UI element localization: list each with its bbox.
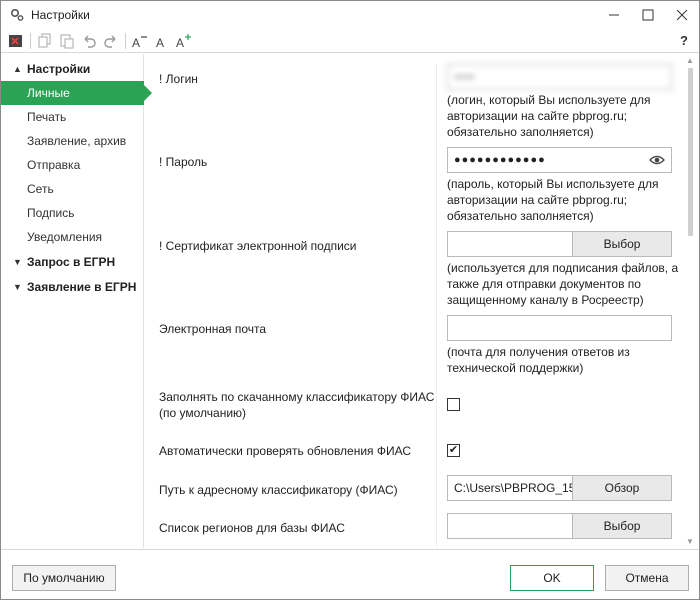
gears-icon	[9, 7, 25, 23]
defaults-button[interactable]: По умолчанию	[12, 565, 116, 591]
certificate-note: (используется для подписания файлов, а т…	[447, 261, 679, 307]
chevron-down-icon: ▼	[13, 281, 22, 292]
ok-button[interactable]: OK	[510, 565, 594, 591]
sidebar-item-network[interactable]: Сеть	[1, 177, 143, 201]
copy-icon[interactable]	[34, 30, 56, 52]
column-divider	[436, 64, 437, 548]
password-note: (пароль, который Вы используете для авто…	[447, 177, 659, 223]
scrollbar-thumb[interactable]	[688, 68, 693, 236]
redo-icon[interactable]	[100, 30, 122, 52]
svg-text:A: A	[132, 36, 140, 49]
sidebar-group-label: Заявление в ЕГРН	[27, 279, 137, 294]
maximize-button[interactable]	[631, 1, 665, 29]
sidebar-item-notifications[interactable]: Уведомления	[1, 225, 143, 249]
fias-fill-checkbox[interactable]	[447, 398, 460, 411]
show-password-icon[interactable]	[649, 154, 665, 166]
sidebar-item-print[interactable]: Печать	[1, 105, 143, 129]
sidebar-group-egrn-application[interactable]: ▼ Заявление в ЕГРН	[1, 274, 143, 299]
fias-update-checkbox[interactable]: ✔	[447, 444, 460, 457]
paste-icon[interactable]	[56, 30, 78, 52]
password-input[interactable]: ●●●●●●●●●●●●	[447, 147, 672, 173]
checkmark-icon: ✔	[448, 444, 459, 456]
sidebar-group-settings[interactable]: ▲ Настройки	[1, 56, 143, 81]
export-icon[interactable]	[5, 30, 27, 52]
settings-content: ! Логин ••••• (логин, который Вы использ…	[145, 54, 699, 548]
sidebar-item-label: Личные	[27, 86, 70, 100]
password-value: ●●●●●●●●●●●●	[454, 154, 546, 166]
help-icon[interactable]: ?	[673, 30, 695, 52]
sidebar-group-label: Запрос в ЕГРН	[27, 254, 116, 269]
login-note: (логин, который Вы используете для автор…	[447, 93, 651, 139]
email-note: (почта для получения ответов из техничес…	[447, 345, 630, 375]
password-label: ! Пароль	[159, 155, 208, 169]
svg-text:A: A	[176, 36, 184, 49]
minimize-button[interactable]	[597, 1, 631, 29]
dialog-footer: По умолчанию OK Отмена	[1, 549, 699, 599]
settings-window: Настройки A A A ? ▲ Настройки Личные Печ…	[0, 0, 700, 600]
window-title: Настройки	[31, 8, 90, 22]
fias-path-label: Путь к адресному классификатору (ФИАС)	[159, 483, 398, 497]
sidebar-group-label: Настройки	[27, 61, 91, 76]
toolbar: A A A ?	[1, 29, 699, 53]
sidebar-item-label: Заявление, архив	[27, 134, 127, 148]
sidebar-item-personal[interactable]: Личные	[1, 81, 152, 105]
undo-icon[interactable]	[78, 30, 100, 52]
email-label: Электронная почта	[159, 322, 267, 336]
titlebar: Настройки	[1, 1, 699, 29]
sidebar: ▲ Настройки Личные Печать Заявление, арх…	[1, 54, 152, 548]
scroll-up-icon[interactable]: ▲	[686, 56, 694, 65]
font-decrease-icon[interactable]: A	[129, 30, 151, 52]
sidebar-item-application-archive[interactable]: Заявление, архив	[1, 129, 143, 153]
regions-input[interactable]	[447, 513, 573, 539]
certificate-label: ! Сертификат электронной подписи	[159, 239, 357, 253]
sidebar-item-sending[interactable]: Отправка	[1, 153, 143, 177]
certificate-input[interactable]	[447, 231, 573, 257]
font-reset-icon[interactable]: A	[151, 30, 173, 52]
sidebar-group-egrn-request[interactable]: ▼ Запрос в ЕГРН	[1, 249, 143, 274]
fias-browse-button[interactable]: Обзор	[572, 475, 672, 501]
scroll-down-icon[interactable]: ▼	[686, 537, 694, 546]
vertical-scrollbar[interactable]: ▲ ▼	[682, 54, 699, 548]
email-input[interactable]	[447, 315, 672, 341]
login-input[interactable]: •••••	[447, 64, 672, 90]
close-button[interactable]	[665, 1, 699, 29]
certificate-select-button[interactable]: Выбор	[572, 231, 672, 257]
fias-path-input[interactable]: C:\Users\PBPROG_15\	[447, 475, 573, 501]
regions-select-button[interactable]: Выбор	[572, 513, 672, 539]
svg-text:A: A	[156, 36, 164, 49]
sidebar-item-signature[interactable]: Подпись	[1, 201, 143, 225]
sidebar-item-label: Подпись	[27, 206, 75, 220]
sidebar-item-label: Уведомления	[27, 230, 103, 244]
chevron-up-icon: ▲	[13, 63, 22, 74]
sidebar-item-label: Печать	[27, 110, 67, 124]
sidebar-item-label: Отправка	[27, 158, 81, 172]
fias-update-label: Автоматически проверять обновления ФИАС	[159, 444, 412, 458]
font-increase-icon[interactable]: A	[173, 30, 195, 52]
fias-fill-label: Заполнять по скачанному классификатору Ф…	[159, 390, 435, 420]
regions-label: Список регионов для базы ФИАС	[159, 521, 345, 535]
chevron-down-icon: ▼	[13, 256, 22, 267]
cancel-button[interactable]: Отмена	[605, 565, 689, 591]
sidebar-item-label: Сеть	[27, 182, 54, 196]
login-label: ! Логин	[159, 72, 198, 86]
